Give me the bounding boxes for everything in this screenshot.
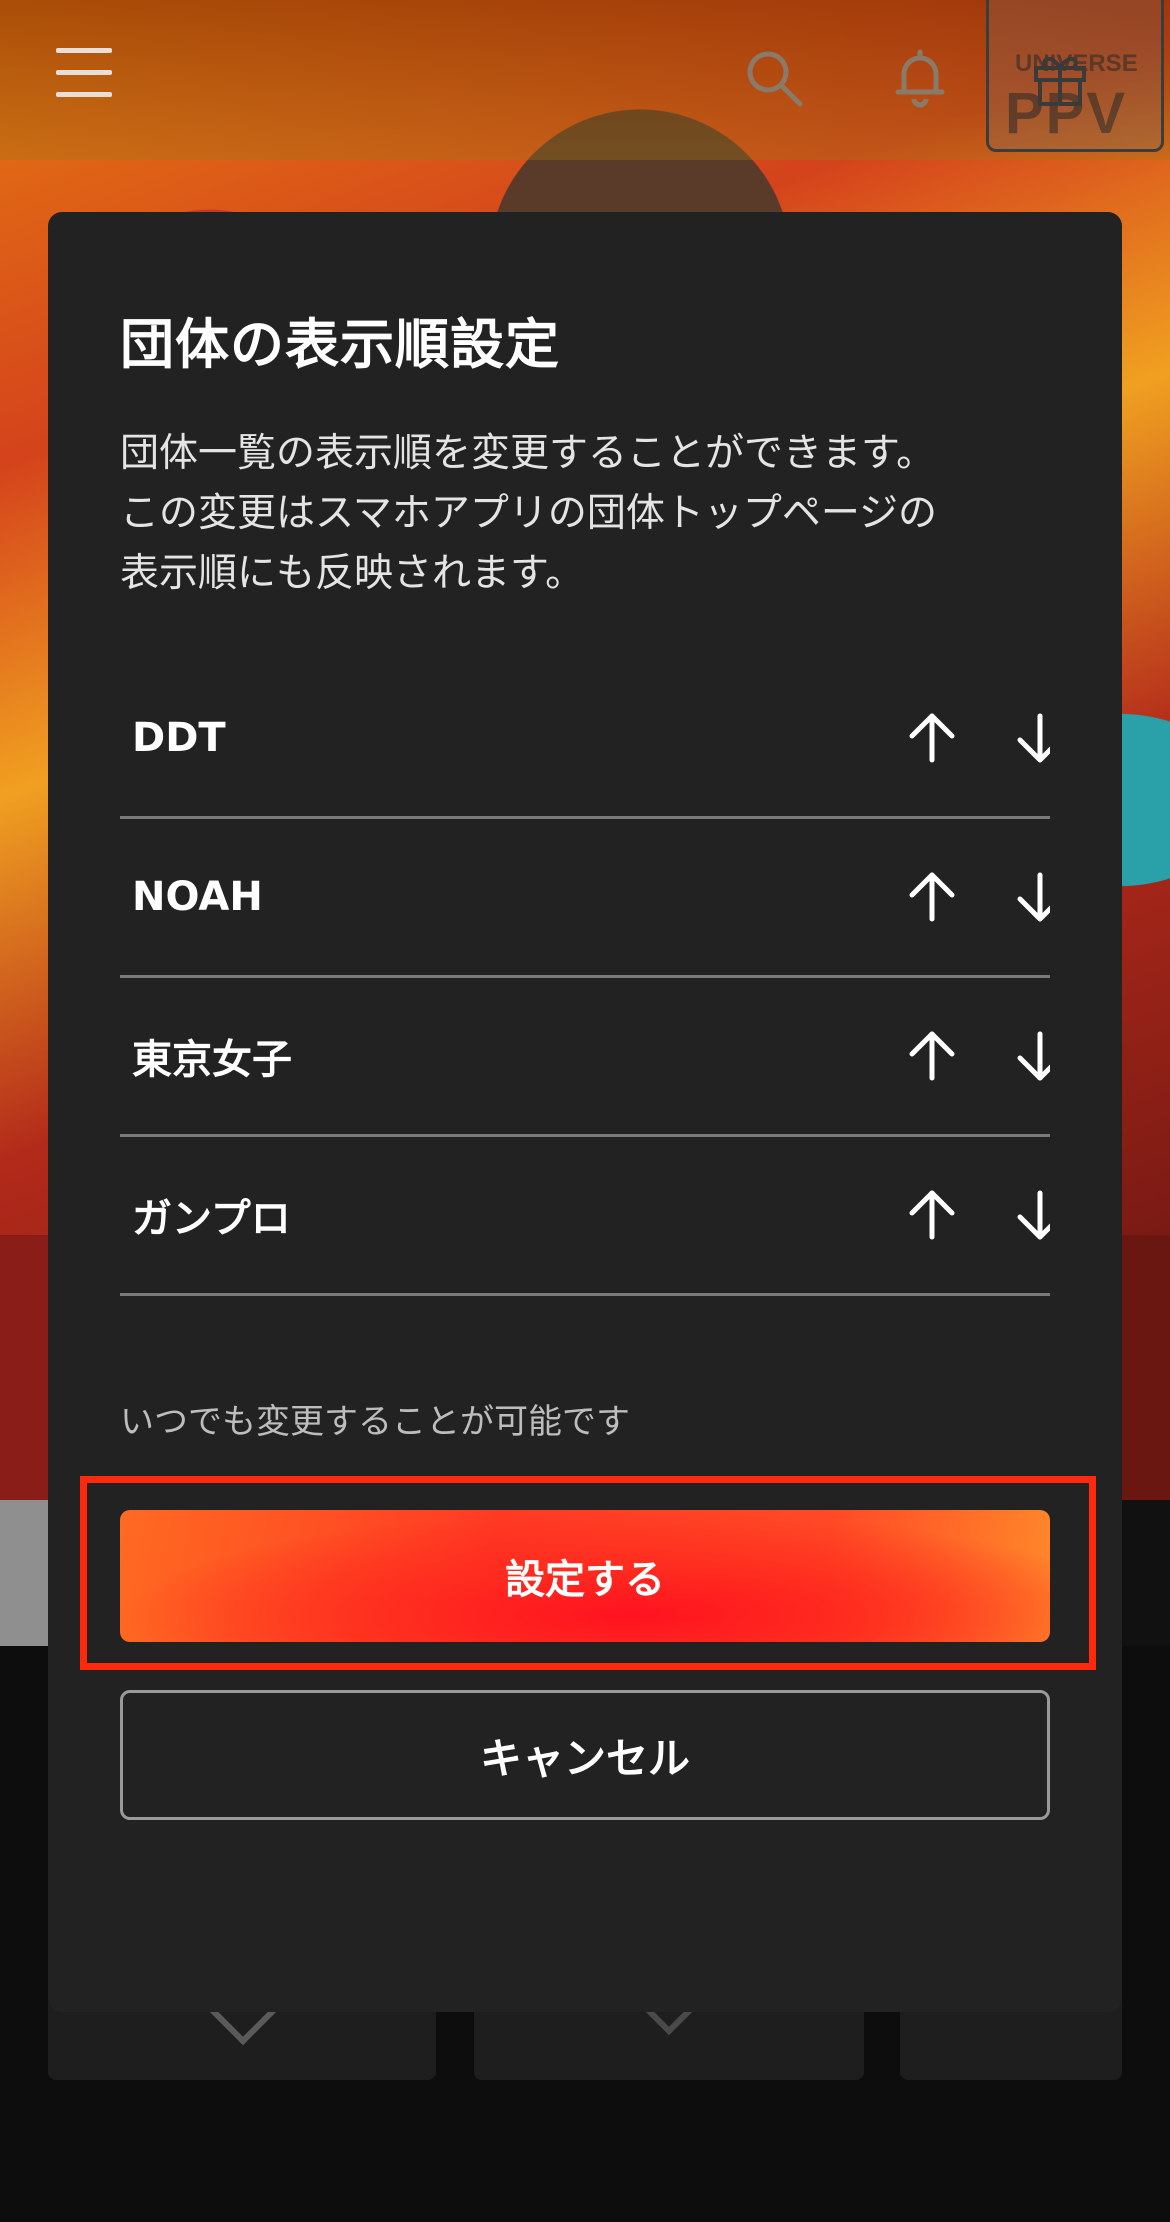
organization-name: ガンプロ [132,1196,291,1242]
cancel-button[interactable]: キャンセル [120,1690,1050,1820]
modal-description: 団体一覧の表示順を変更することができます。 この変更はスマホアプリの団体トップペ… [120,424,1060,604]
confirm-button[interactable]: 設定する [120,1510,1050,1642]
modal-title: 団体の表示順設定 [120,313,560,376]
organization-name: DDT [132,715,226,761]
move-up-button[interactable] [900,1024,964,1088]
list-item: ガンプロ [120,1137,1050,1296]
arrow-up-icon [909,1031,955,1081]
list-item: DDT [120,660,1050,819]
move-down-button[interactable] [1008,706,1050,770]
background-band-edge [1120,1235,1170,1500]
arrow-down-icon [1017,872,1050,922]
move-up-button[interactable] [900,706,964,770]
description-line: 団体一覧の表示順を変更することができます。 [120,431,936,476]
move-up-button[interactable] [900,1183,964,1247]
list-item: 東京女子 [120,978,1050,1137]
organization-name: NOAH [132,874,263,920]
bell-icon[interactable] [888,46,952,110]
move-down-button[interactable] [1008,865,1050,929]
arrow-down-icon [1017,713,1050,763]
list-scroll-fade [120,1298,1050,1346]
move-up-button[interactable] [900,865,964,929]
arrow-up-icon [909,1190,955,1240]
background-strip-edge [1120,1500,1170,1646]
move-down-button[interactable] [1008,1183,1050,1247]
list-item: NOAH [120,819,1050,978]
arrow-down-icon [1017,1031,1050,1081]
sort-order-modal: 団体の表示順設定 団体一覧の表示順を変更することができます。 この変更はスマホア… [48,212,1122,2012]
arrow-up-icon [909,872,955,922]
arrow-up-icon [909,713,955,763]
gift-icon[interactable] [1028,46,1092,110]
modal-note: いつでも変更することが可能です [120,1402,630,1442]
description-line: この変更はスマホアプリの団体トップページの [120,491,938,536]
description-line: 表示順にも反映されます。 [120,551,585,596]
move-down-button[interactable] [1008,1024,1050,1088]
organization-list[interactable]: DDT NOAH 東京女子 ガンプロ [120,660,1050,1346]
menu-icon[interactable] [56,48,112,104]
organization-name: 東京女子 [132,1037,292,1083]
arrow-down-icon [1017,1190,1050,1240]
search-icon[interactable] [742,46,806,110]
